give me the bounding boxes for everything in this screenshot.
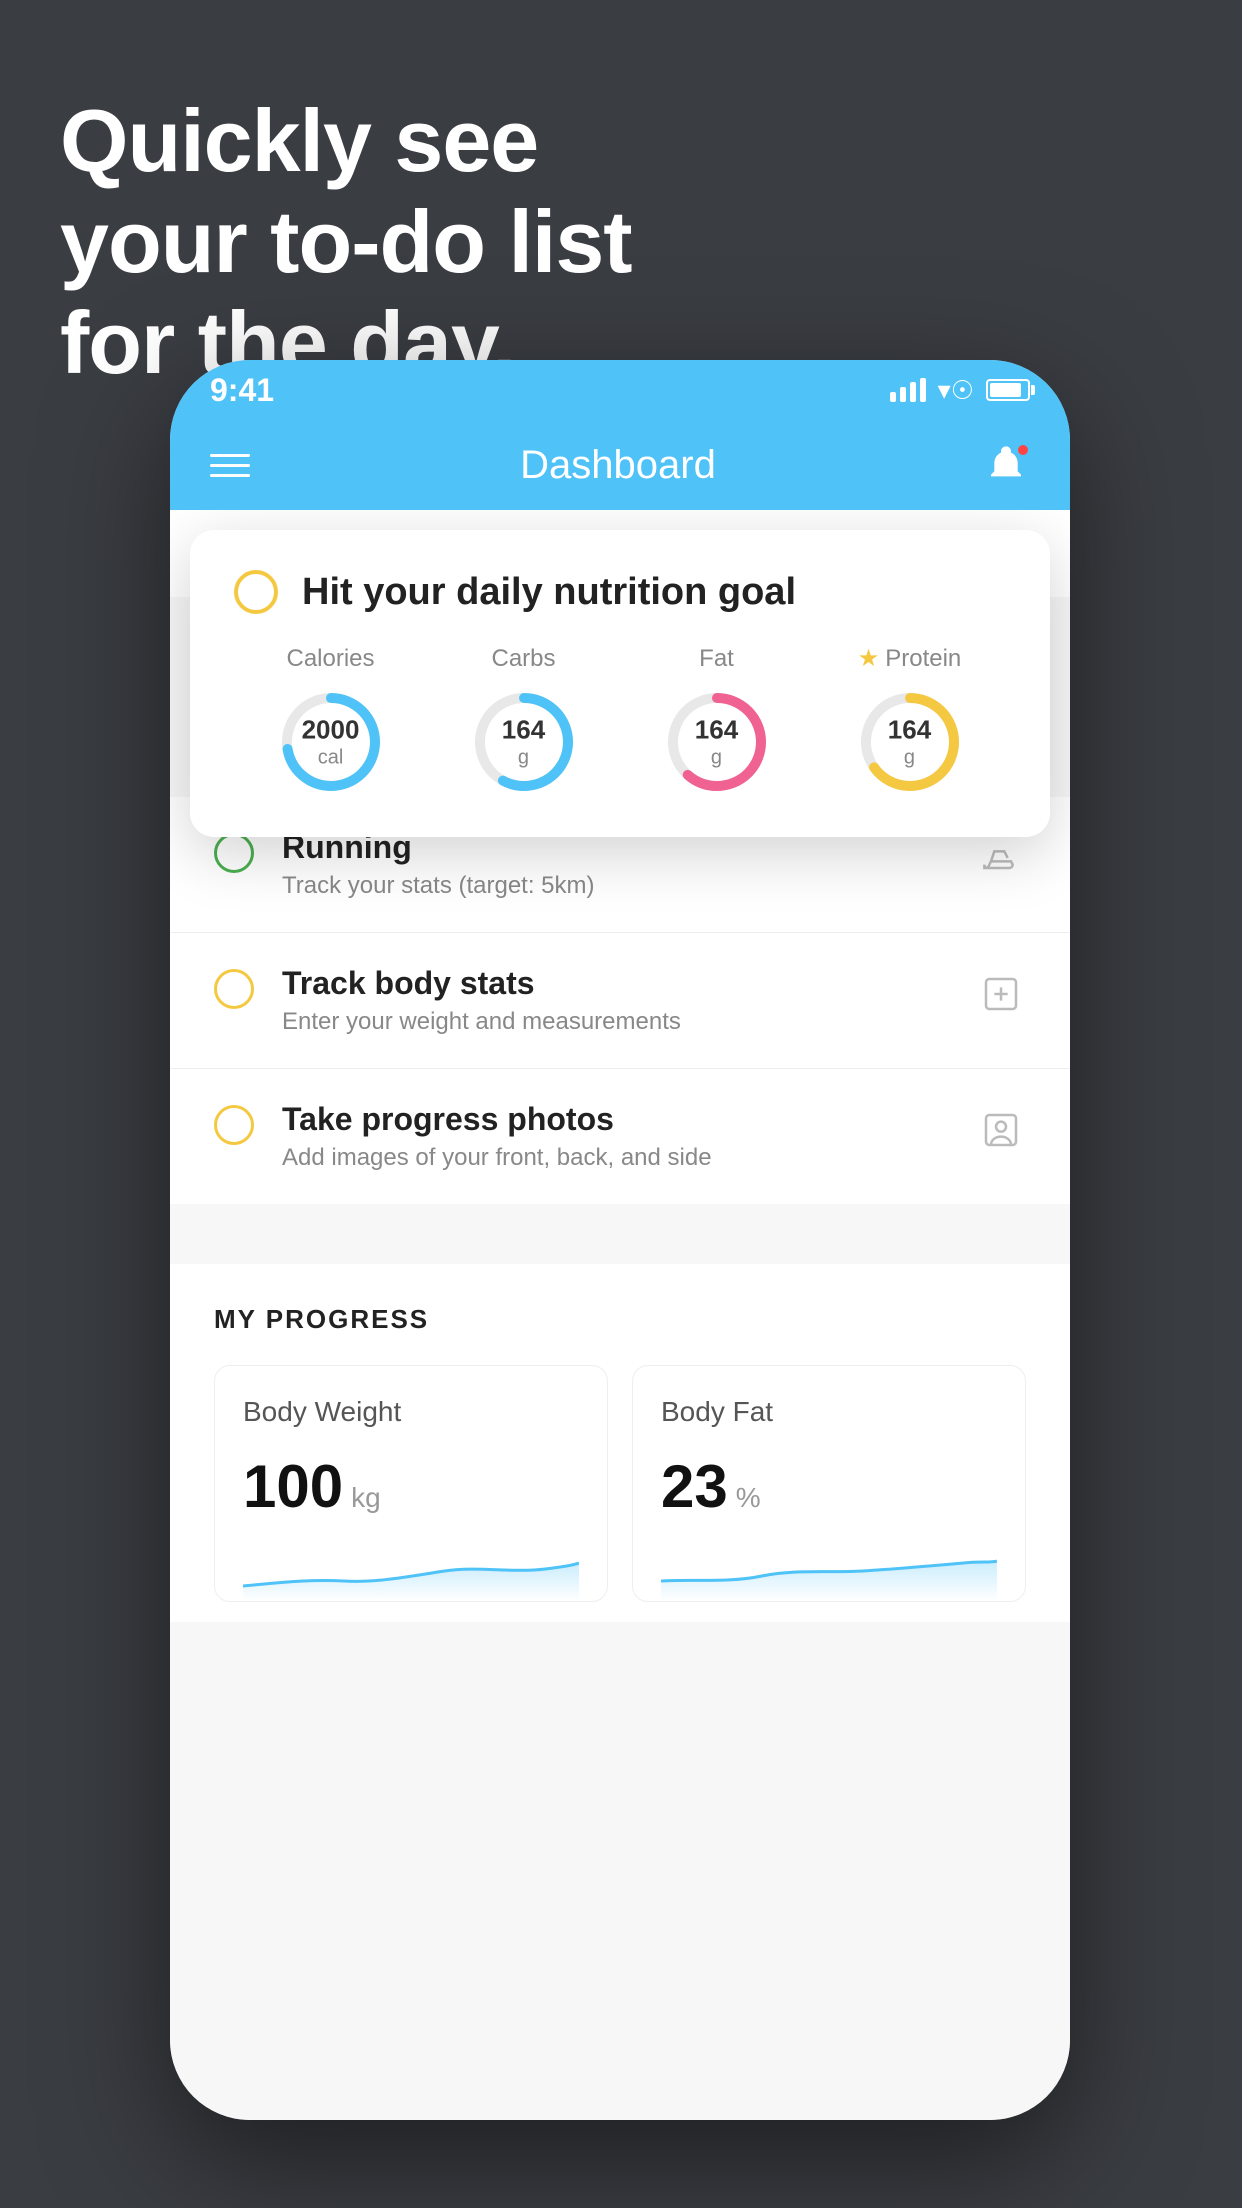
nav-title: Dashboard [520, 443, 716, 488]
progress-section: MY PROGRESS Body Weight 100 kg [170, 1264, 1070, 1622]
body-stats-subtitle: Enter your weight and measurements [282, 1008, 948, 1036]
running-subtitle: Track your stats (target: 5km) [282, 872, 948, 900]
hamburger-menu[interactable] [210, 454, 250, 477]
wifi-icon: ▾☉ [938, 375, 974, 406]
photos-subtitle: Add images of your front, back, and side [282, 1144, 948, 1172]
body-weight-title: Body Weight [243, 1396, 579, 1428]
body-stats-title: Track body stats [282, 965, 948, 1002]
nutrition-protein: ★ Protein 164 g [855, 644, 965, 797]
protein-value: 164 [888, 714, 931, 745]
photos-title: Take progress photos [282, 1101, 948, 1138]
headline-line1: Quickly see [60, 90, 632, 191]
calories-unit: cal [302, 745, 360, 769]
body-stats-circle [214, 969, 254, 1009]
calories-value: 2000 [302, 714, 360, 745]
content-area: THINGS TO DO TODAY Hit your daily nutrit… [170, 510, 1070, 2120]
running-circle [214, 833, 254, 873]
phone-mockup: 9:41 ▾☉ Dashboard [170, 360, 1070, 2120]
todo-item-body-stats[interactable]: Track body stats Enter your weight and m… [170, 933, 1070, 1069]
status-time: 9:41 [210, 372, 274, 409]
carbs-label: Carbs [491, 645, 555, 673]
status-bar: 9:41 ▾☉ [170, 360, 1070, 420]
nutrition-check-circle [234, 570, 278, 614]
body-fat-chart [661, 1541, 997, 1601]
nutrition-calories: Calories 2000 cal [276, 645, 386, 797]
protein-label: ★ Protein [858, 644, 962, 673]
protein-unit: g [888, 746, 931, 770]
headline-line2: your to-do list [60, 191, 632, 292]
status-icons: ▾☉ [890, 375, 1030, 406]
bell-button[interactable] [986, 443, 1030, 487]
headline: Quickly see your to-do list for the day. [60, 90, 632, 394]
body-weight-unit: kg [351, 1482, 381, 1514]
fat-unit: g [695, 745, 738, 769]
nav-bar: Dashboard [170, 420, 1070, 510]
battery-icon [986, 379, 1030, 401]
body-fat-unit: % [736, 1482, 761, 1514]
calories-label: Calories [286, 645, 374, 673]
body-fat-card[interactable]: Body Fat 23 % [632, 1365, 1026, 1602]
progress-header: MY PROGRESS [214, 1304, 1026, 1335]
body-fat-title: Body Fat [661, 1396, 997, 1428]
notification-dot [1016, 443, 1030, 457]
signal-icon [890, 378, 926, 402]
carbs-unit: g [502, 745, 545, 769]
portrait-icon [976, 1105, 1026, 1155]
fat-value: 164 [695, 714, 738, 745]
todo-list: Running Track your stats (target: 5km) T… [170, 797, 1070, 1204]
body-weight-chart [243, 1541, 579, 1601]
photos-circle [214, 1105, 254, 1145]
carbs-value: 164 [502, 714, 545, 745]
fat-label: Fat [699, 645, 734, 673]
todo-item-photos[interactable]: Take progress photos Add images of your … [170, 1069, 1070, 1204]
body-weight-value: 100 [243, 1452, 343, 1521]
body-fat-value: 23 [661, 1452, 728, 1521]
scale-icon [976, 969, 1026, 1019]
nutrition-fat: Fat 164 g [662, 645, 772, 797]
shoe-icon [976, 833, 1026, 883]
nutrition-card-title: Hit your daily nutrition goal [302, 571, 796, 614]
body-weight-card[interactable]: Body Weight 100 kg [214, 1365, 608, 1602]
star-icon: ★ [858, 644, 880, 673]
nutrition-card[interactable]: Hit your daily nutrition goal Calories 2… [190, 530, 1050, 837]
nutrition-carbs: Carbs 164 g [469, 645, 579, 797]
